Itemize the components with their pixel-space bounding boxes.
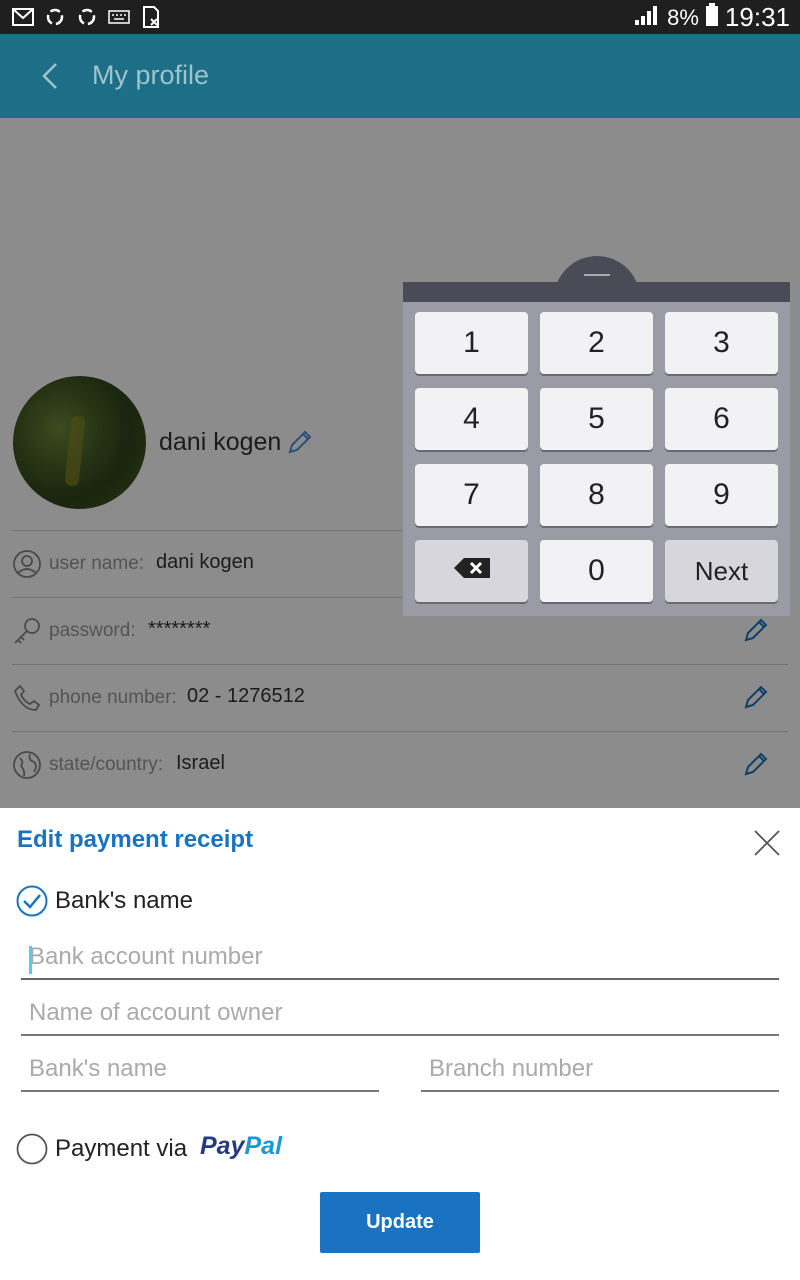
payment-sheet: Edit payment receipt Bank's name Payment… [0,808,800,1280]
text-cursor [29,946,32,974]
backspace-key[interactable] [415,540,528,602]
keyboard-icon [108,6,130,28]
key-9[interactable]: 9 [665,464,778,526]
back-arrow-icon[interactable] [34,54,64,98]
next-key[interactable]: Next [665,540,778,602]
bank-option-checkmark-icon[interactable] [16,885,48,917]
key-0[interactable]: 0 [540,540,653,602]
paypal-option-radio[interactable] [16,1133,48,1165]
bank-account-number-field[interactable] [21,938,779,980]
update-button[interactable]: Update [320,1192,480,1253]
key-4[interactable]: 4 [415,388,528,450]
battery-percent: 8% [667,4,699,30]
paypal-logo: PayPal [200,1132,283,1160]
status-bar: 8% 19:31 [0,0,800,34]
branch-number-field[interactable] [421,1050,779,1092]
branch-number-input[interactable] [421,1050,779,1088]
signal-icon [633,4,661,32]
key-1[interactable]: 1 [415,312,528,374]
key-3[interactable]: 3 [665,312,778,374]
battery-icon [705,2,719,33]
key-2[interactable]: 2 [540,312,653,374]
numeric-keypad: 1 2 3 4 5 6 7 8 9 0 Next [403,282,790,616]
sheet-title: Edit payment receipt [17,826,254,853]
bank-name-input[interactable] [21,1050,379,1088]
page-title: My profile [92,60,210,90]
sim-off-icon [140,6,162,28]
app-bar: My profile [0,34,800,118]
account-owner-field[interactable] [21,994,779,1036]
backspace-icon [452,554,492,588]
close-icon[interactable] [752,828,782,858]
account-owner-input[interactable] [21,994,779,1032]
key-6[interactable]: 6 [665,388,778,450]
bank-option-label[interactable]: Bank's name [55,887,193,915]
key-8[interactable]: 8 [540,464,653,526]
clock: 19:31 [724,2,790,32]
sync-icon [76,6,98,28]
paypal-option-label[interactable]: Payment via [55,1135,187,1163]
bank-account-number-input[interactable] [21,938,779,976]
key-5[interactable]: 5 [540,388,653,450]
bank-name-field[interactable] [21,1050,379,1092]
sync-icon [44,6,66,28]
key-7[interactable]: 7 [415,464,528,526]
gmail-icon [12,6,34,28]
